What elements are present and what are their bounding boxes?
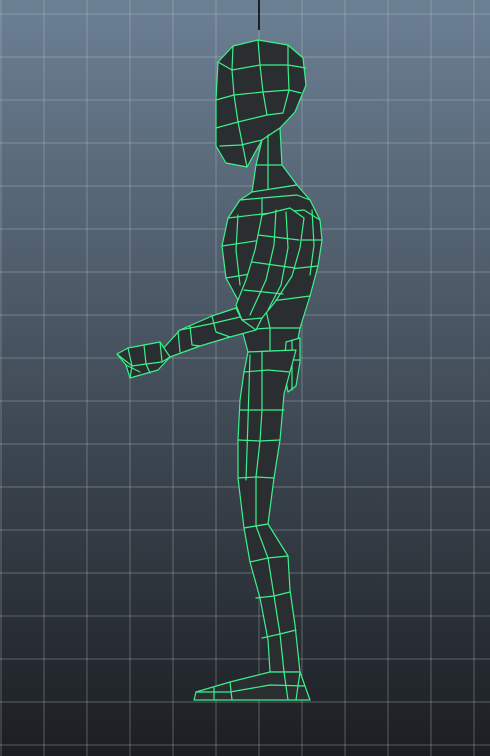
- viewport-canvas[interactable]: [0, 0, 490, 756]
- side-view-viewport[interactable]: [0, 0, 490, 756]
